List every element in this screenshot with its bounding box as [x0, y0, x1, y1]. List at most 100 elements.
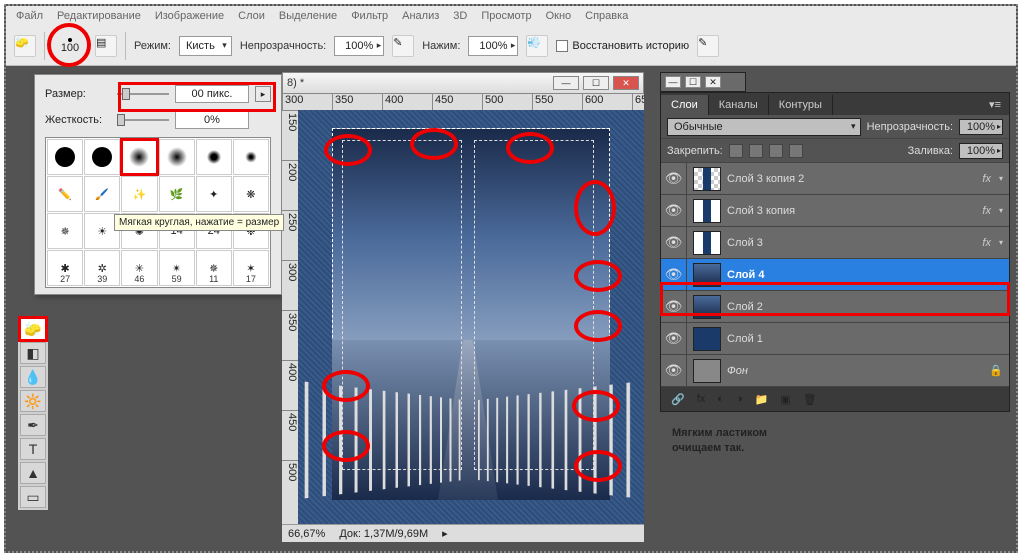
layer-row-selected[interactable]: 👁 Слой 4: [661, 259, 1009, 291]
fx-badge[interactable]: fx: [982, 205, 991, 217]
brush-panel-toggle-icon[interactable]: ▤: [95, 35, 117, 57]
brush-preset[interactable]: [233, 139, 269, 175]
minimize-button[interactable]: —: [553, 76, 579, 90]
visibility-toggle[interactable]: 👁: [661, 163, 687, 194]
tablet-opacity-icon[interactable]: ✎: [392, 35, 414, 57]
brush-preset[interactable]: ✳46: [121, 250, 157, 286]
maximize-button[interactable]: ☐: [583, 76, 609, 90]
layer-mask-icon[interactable]: ◐: [717, 393, 724, 405]
tablet-size-icon[interactable]: ✎: [697, 35, 719, 57]
path-select-tool[interactable]: ▲: [20, 462, 46, 484]
hardness-slider[interactable]: [117, 113, 169, 127]
menu-item[interactable]: Фильтр: [351, 10, 388, 22]
menu-item[interactable]: Просмотр: [481, 10, 531, 22]
layer-row[interactable]: 👁 Слой 3 fx▾: [661, 227, 1009, 259]
mode-combo[interactable]: Кисть: [179, 36, 232, 56]
flow-field[interactable]: 100%: [468, 36, 518, 56]
menu-item[interactable]: Редактирование: [57, 10, 141, 22]
layer-row[interactable]: 👁 Слой 3 копия fx▾: [661, 195, 1009, 227]
layer-fx-icon[interactable]: fx: [697, 393, 706, 405]
menu-item[interactable]: Справка: [585, 10, 628, 22]
size-slider[interactable]: [117, 87, 169, 101]
menu-item[interactable]: Окно: [546, 10, 572, 22]
fx-badge[interactable]: fx: [982, 237, 991, 249]
brush-preset[interactable]: ✦: [196, 176, 232, 212]
airbrush-icon[interactable]: 💨: [526, 35, 548, 57]
brush-preset-selected[interactable]: [121, 139, 157, 175]
link-layers-icon[interactable]: 🔗: [671, 393, 685, 406]
visibility-toggle[interactable]: 👁: [661, 323, 687, 354]
maximize-button[interactable]: ☐: [685, 76, 701, 88]
brush-preset[interactable]: ✲39: [84, 250, 120, 286]
brush-preset[interactable]: ✵: [47, 213, 83, 249]
layer-opacity-field[interactable]: 100%: [959, 119, 1003, 135]
erase-history-checkbox[interactable]: Восстановить историю: [556, 40, 689, 52]
brush-preset[interactable]: ✶17: [233, 250, 269, 286]
pen-tool[interactable]: ✒: [20, 414, 46, 436]
adjustment-layer-icon[interactable]: ◑: [736, 393, 743, 405]
layer-row[interactable]: 👁 Слой 3 копия 2 fx▾: [661, 163, 1009, 195]
menu-item[interactable]: Выделение: [279, 10, 337, 22]
shape-tool[interactable]: ▭: [20, 486, 46, 508]
opacity-field[interactable]: 100%: [334, 36, 384, 56]
lock-position-icon[interactable]: [769, 144, 783, 158]
layer-row[interactable]: 👁 Слой 1: [661, 323, 1009, 355]
layer-thumbnail[interactable]: [693, 231, 721, 255]
new-layer-icon[interactable]: ▣: [780, 393, 790, 406]
layer-thumbnail[interactable]: [693, 327, 721, 351]
brush-preset-picker[interactable]: 100: [53, 29, 87, 63]
menu-item[interactable]: Изображение: [155, 10, 224, 22]
tab-channels[interactable]: Каналы: [709, 95, 769, 115]
layer-thumbnail[interactable]: [693, 295, 721, 319]
brush-preset[interactable]: ✵11: [196, 250, 232, 286]
brush-preset[interactable]: [84, 139, 120, 175]
layer-thumbnail[interactable]: [693, 167, 721, 191]
brush-preset[interactable]: ✴59: [159, 250, 195, 286]
document-titlebar[interactable]: 8) * — ☐ ✕: [282, 72, 644, 94]
brush-preset[interactable]: ✏️: [47, 176, 83, 212]
type-tool[interactable]: T: [20, 438, 46, 460]
tab-paths[interactable]: Контуры: [769, 95, 833, 115]
group-icon[interactable]: 📁: [755, 393, 769, 406]
lock-transparency-icon[interactable]: [729, 144, 743, 158]
brush-preset[interactable]: 🖌️: [84, 176, 120, 212]
close-button[interactable]: ✕: [705, 76, 721, 88]
layer-thumbnail[interactable]: [693, 263, 721, 287]
layer-row[interactable]: 👁 Слой 2: [661, 291, 1009, 323]
menu-item[interactable]: Слои: [238, 10, 265, 22]
delete-layer-icon[interactable]: 🗑: [803, 393, 817, 406]
dodge-tool[interactable]: 🔆: [20, 390, 46, 412]
close-button[interactable]: ✕: [613, 76, 639, 90]
minimize-button[interactable]: —: [665, 76, 681, 88]
blur-tool[interactable]: 💧: [20, 366, 46, 388]
zoom-value[interactable]: 66,67%: [288, 528, 325, 540]
visibility-toggle[interactable]: 👁: [661, 259, 687, 290]
brush-preset[interactable]: [47, 139, 83, 175]
ruler-horizontal[interactable]: 300350400450500550600650: [282, 94, 644, 110]
visibility-toggle[interactable]: 👁: [661, 291, 687, 322]
statusbar-arrow-icon[interactable]: ▸: [442, 527, 448, 540]
blend-mode-combo[interactable]: Обычные: [667, 118, 861, 136]
layer-row-background[interactable]: 👁 Фон 🔒: [661, 355, 1009, 387]
size-value[interactable]: 00 пикс.: [175, 85, 249, 103]
tab-layers[interactable]: Слои: [661, 95, 709, 115]
flyout-arrow-icon[interactable]: ▸: [255, 86, 271, 102]
brush-preset[interactable]: [196, 139, 232, 175]
brush-preset[interactable]: ✨: [121, 176, 157, 212]
layer-thumbnail[interactable]: [693, 359, 721, 383]
lock-all-icon[interactable]: [789, 144, 803, 158]
brush-preset[interactable]: 🌿: [159, 176, 195, 212]
menu-item[interactable]: 3D: [453, 10, 467, 22]
fx-badge[interactable]: fx: [982, 173, 991, 185]
ruler-vertical[interactable]: 150200250300350400450500: [282, 110, 298, 524]
gradient-tool[interactable]: ◧: [20, 342, 46, 364]
visibility-toggle[interactable]: 👁: [661, 195, 687, 226]
brush-preset[interactable]: ✱27: [47, 250, 83, 286]
layer-thumbnail[interactable]: [693, 199, 721, 223]
lock-pixels-icon[interactable]: [749, 144, 763, 158]
menu-item[interactable]: Анализ: [402, 10, 439, 22]
canvas[interactable]: [298, 110, 644, 524]
fill-field[interactable]: 100%: [959, 143, 1003, 159]
brush-preset[interactable]: [159, 139, 195, 175]
eraser-tool[interactable]: 🧽: [20, 318, 46, 340]
